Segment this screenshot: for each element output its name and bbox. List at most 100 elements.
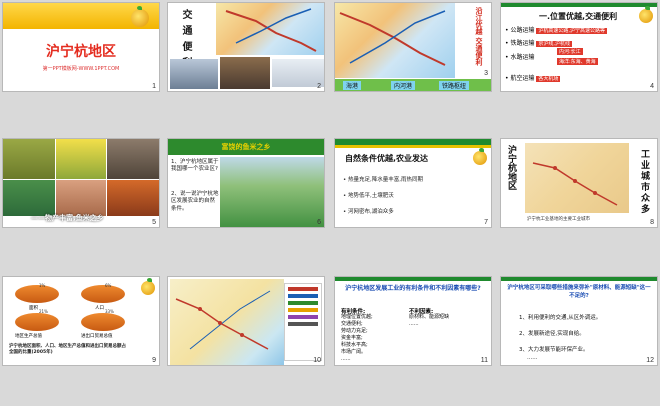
slide-number: 10: [313, 357, 321, 364]
legend-seaport: 海港: [343, 81, 362, 90]
good-item: 资金丰富;: [341, 335, 363, 341]
slide-number: 9: [152, 357, 156, 364]
measure-etc: ......: [527, 355, 538, 361]
orange-icon: [473, 148, 487, 165]
pie-trade: [81, 313, 125, 331]
question-1: 1、沪宁杭地区属于我国哪一个农业区?: [171, 159, 219, 173]
measure-3: 3、大力发展节能环保产业。: [519, 347, 589, 353]
row-air: • 航空运输 各大机场: [505, 75, 561, 82]
slide-10[interactable]: 10: [167, 276, 325, 366]
slide-5[interactable]: ——物产丰富,鱼米之乡 5: [2, 138, 160, 228]
slide-number: 8: [650, 219, 654, 226]
tag-sea: 海洋:东海、黄海: [557, 58, 598, 65]
good-item: ......: [341, 356, 351, 362]
slide-11-title: 沪宁杭地区发展工业的有利条件和不利因素有哪些?: [345, 285, 481, 292]
crab-photo: [107, 180, 159, 216]
label-trade: 进出口贸易总值: [81, 334, 113, 339]
label-gdp: 地区生产总值: [15, 334, 42, 339]
slide-4[interactable]: 一.位置优越,交通便利 • 公路运输 沪杭高速公路,沪宁高速公路等 • 铁路运输…: [500, 2, 658, 92]
rail-line-icon: [339, 10, 446, 66]
legend-rail-hub: 铁路枢纽: [439, 81, 470, 90]
measure-1: 1、利用便利的交通,从区外调运。: [519, 315, 602, 321]
slide-number: 7: [484, 219, 488, 226]
market-photo: [107, 139, 159, 179]
slide-number: 12: [646, 357, 654, 364]
slide-6-title: 富饶的鱼米之乡: [221, 142, 271, 151]
chart-area: 面积 人口 地区生产总值 进出口贸易总值 1% 6% 21% 33%: [9, 283, 137, 341]
rice-photo: [3, 139, 55, 179]
header-bar: [501, 3, 657, 7]
row-road: • 公路运输 沪杭高速公路,沪宁高速公路等: [505, 27, 607, 34]
slide-number: 5: [152, 219, 156, 226]
slide-9[interactable]: 面积 人口 地区生产总值 进出口贸易总值 1% 6% 21% 33% 沪宁杭地区…: [2, 276, 160, 366]
legend-swatch: [288, 301, 318, 305]
pie-population: [81, 285, 125, 303]
slide-12[interactable]: 沪宁杭地区可采取哪些措施来弥补"原材料、能源短缺"这一不足的? 1、利用便利的交…: [500, 276, 658, 366]
slide-number: 3: [484, 70, 488, 77]
map-legend: [284, 283, 322, 361]
crowd-photo: [220, 57, 270, 89]
slide-number: 11: [480, 357, 488, 364]
tag: 京沪线,沪杭线: [536, 41, 572, 47]
legend-swatch: [288, 287, 318, 291]
terrace-photo: [3, 180, 55, 216]
orange-icon: [639, 6, 653, 23]
measure-2: 2、发展新途径,实现自给。: [519, 331, 585, 337]
orange-icon: [131, 6, 149, 27]
question-2: 2、说一说沪宁杭地区发展农业的自然条件。: [171, 191, 219, 212]
slide-9-caption: 沪宁杭地区面积、人口、地区生产总值和进出口贸易总额占全国的比重(2005年): [9, 344, 126, 355]
label-area: 面积: [29, 306, 38, 311]
slide-7-title: 自然条件优越,农业发达: [345, 154, 429, 163]
orange-icon: [141, 278, 155, 295]
slide-7[interactable]: 自然条件优越,农业发达 • 热量充足,降水量丰富,雨热同期 • 地势低平,土壤肥…: [334, 138, 492, 228]
slide-number: 4: [650, 83, 654, 90]
legend-swatch: [288, 294, 318, 298]
slide-number: 6: [317, 219, 321, 226]
point-3: • 河网密布,湖泊众多: [343, 209, 394, 215]
slide-8-right-title: 工业城市众多: [639, 149, 649, 215]
tag: 各大机场: [536, 76, 561, 82]
slide-8-caption: 沪宁杭工业基地的主要工业城市: [527, 217, 590, 222]
field-photo: [220, 157, 324, 227]
fish-photo: [56, 180, 106, 216]
slide-8-left-title: 沪宁杭地区: [506, 145, 516, 190]
train-photo: [170, 59, 218, 89]
bad-item: ......: [409, 321, 419, 327]
slide-1[interactable]: 沪宁杭地区 第一PPT模板网-WWW.1PPT.COM 1: [2, 2, 160, 92]
slide-6[interactable]: 富饶的鱼米之乡 1、沪宁杭地区属于我国哪一个农业区? 2、说一说沪宁杭地区发展农…: [167, 138, 325, 228]
label-population: 人口: [95, 306, 104, 311]
point-2: • 地势低平,土壤肥沃: [343, 193, 394, 199]
good-list: 地理位置优越; 交通便利; 劳动力充足; 资金丰富; 科技水平高; 市场广阔。 …: [341, 314, 373, 363]
legend-swatch: [288, 315, 318, 319]
tag-river: 内河:长江: [557, 48, 583, 55]
slide-number: 2: [317, 83, 321, 90]
slide-3[interactable]: 沿江优越 交通便利 海港 内河港 铁路枢纽 3: [334, 2, 492, 92]
slide-4-heading: 一.位置优越,交通便利: [539, 12, 618, 21]
row-water: • 水路运输: [505, 54, 535, 61]
slide-number: 1: [152, 83, 156, 90]
pct-population: 6%: [105, 283, 112, 288]
bad-list: 原材料、能源短缺 ......: [409, 314, 449, 328]
city-route-icon: [532, 162, 618, 206]
point-1: • 热量充足,降水量丰富,雨热同期: [343, 177, 423, 183]
pct-area: 1%: [39, 283, 46, 288]
pie-area: [15, 285, 59, 303]
legend-river-port: 内河港: [391, 81, 416, 90]
tag: 沪杭高速公路,沪宁高速公路等: [536, 28, 607, 34]
slide-8[interactable]: 沪宁杭地区 工业城市众多 沪宁杭工业基地的主要工业城市 8: [500, 138, 658, 228]
good-item: 市场广阔。: [341, 349, 367, 355]
pct-gdp: 21%: [39, 309, 48, 314]
slide-11[interactable]: 沪宁杭地区发展工业的有利条件和不利因素有哪些? 有利条件: 地理位置优越; 交通…: [334, 276, 492, 366]
slide-2[interactable]: 交通便利 2: [167, 2, 325, 92]
good-item: 科技水平高;: [341, 342, 368, 348]
rail-line-icon: [225, 8, 317, 52]
slide-1-title: 沪宁杭地区: [46, 44, 116, 60]
slide-5-caption: ——物产丰富,鱼米之乡: [31, 214, 104, 222]
slide-12-title: 沪宁杭地区可采取哪些措施来弥补"原材料、能源短缺"这一不足的?: [507, 285, 651, 299]
bad-item: 原材料、能源短缺: [409, 314, 450, 320]
legend-swatch: [288, 322, 318, 326]
rapeseed-photo: [56, 139, 106, 179]
header-bar: [335, 277, 491, 281]
industry-map-icon: [175, 290, 271, 350]
row-rail: • 铁路运输 京沪线,沪杭线: [505, 40, 572, 47]
